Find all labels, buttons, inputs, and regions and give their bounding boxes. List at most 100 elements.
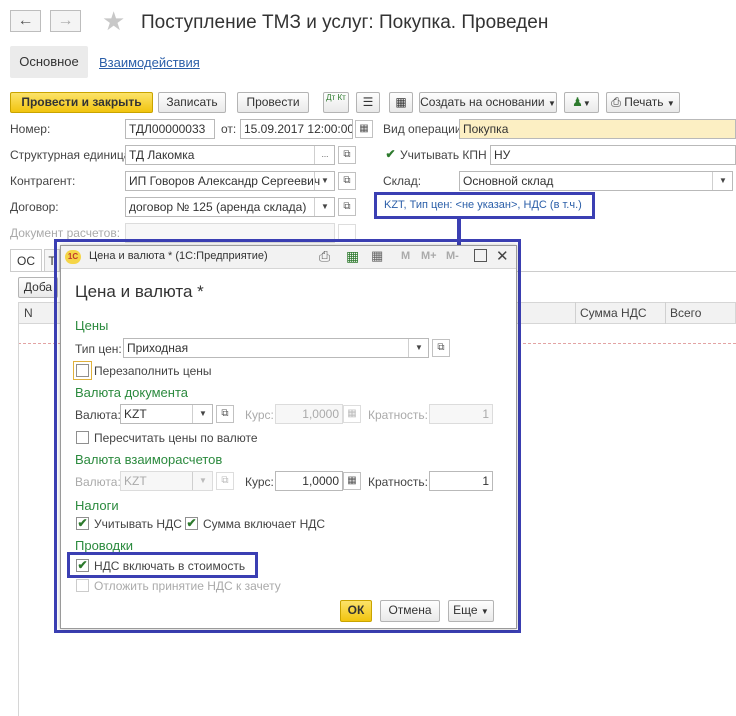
dt-kt-button[interactable]: Дт Кт [323,92,349,113]
consider-vat-label: Учитывать НДС [94,517,182,531]
settle-currency-label: Валюта: [75,475,121,489]
print-icon[interactable]: ⎙ [319,248,330,265]
users-button[interactable]: ♟▼ [564,92,599,113]
open-icon: ⧉ [343,201,351,212]
create-based-button[interactable]: Создать на основании ▼ [419,92,557,113]
open-icon: ⧉ [343,149,351,160]
open-contract-button[interactable]: ⧉ [338,198,356,216]
calendar-button[interactable]: ▦ [355,120,373,138]
vat-in-cost-label: НДС включать в стоимость [94,559,246,573]
memory-plus-icon[interactable]: M+ [421,250,437,262]
col-divider [575,302,576,324]
tab-os[interactable]: ОС [10,249,42,272]
tab-main[interactable]: Основное [10,46,88,78]
vat-in-cost-checkbox[interactable]: ✔ [76,559,89,572]
memory-minus-icon[interactable]: M- [446,250,459,262]
kpn-label: Учитывать КПН [400,148,487,162]
dropdown-icon: ▼ [666,99,675,108]
close-icon[interactable]: ✕ [496,247,509,265]
forward-button[interactable]: → [50,10,81,32]
memory-m-icon[interactable]: M [401,250,410,262]
cancel-button[interactable]: Отмена [380,600,440,622]
spreadsheet-icon[interactable]: ▦ [346,248,359,265]
dialog-title: Цена и валюта * [75,282,204,301]
back-button[interactable]: ← [10,10,41,32]
chevron-down-icon[interactable]: ▼ [314,172,334,190]
favorite-star-icon[interactable]: ★ [102,7,125,35]
structure-icon: ▦ [395,95,407,109]
warehouse-label: Склад: [383,174,422,188]
contract-field[interactable]: договор № 125 (аренда склада) ▼ [125,197,335,217]
print-button[interactable]: ⎙ Печать ▼ [606,92,680,113]
calculator-button[interactable]: ▦ [343,472,361,490]
structure-button[interactable]: ▦ [389,92,413,113]
operation-field[interactable]: Покупка [459,119,736,139]
date-label: от: [221,122,237,136]
multiplicity-label: Кратность: [368,408,428,422]
kpn-field[interactable]: НУ [490,145,736,165]
select-button[interactable]: ... [314,146,334,164]
date-field[interactable]: 15.09.2017 12:00:00 [240,119,353,139]
post-button[interactable]: Провести [237,92,309,113]
chevron-down-icon[interactable]: ▼ [192,405,212,423]
defer-vat-label: Отложить принятие НДС к зачету [94,579,281,593]
recalc-prices-checkbox[interactable] [76,431,89,444]
calendar-icon[interactable]: ▦ [371,248,383,264]
currency-value: KZT [124,407,147,421]
open-currency-button[interactable]: ⧉ [216,405,234,423]
col-divider [665,302,666,324]
price-type-field[interactable]: Приходная ▼ [123,338,429,358]
settle-rate-field[interactable]: 1,0000 [275,471,343,491]
more-label: Еще [453,603,478,617]
table-border [18,324,19,716]
col-total: Всего [670,306,702,320]
price-currency-link[interactable]: KZT, Тип цен: <не указан>, НДС (в т.ч.) [384,199,582,211]
refill-prices-checkbox[interactable] [76,364,89,377]
col-n: N [24,306,33,320]
section-postings: Проводки [75,538,134,553]
open-icon: ⧉ [216,472,234,490]
unit-value: ТД Лакомка [129,148,195,162]
tab-interactions[interactable]: Взаимодействия [99,55,200,70]
list-button[interactable]: ☰ [356,92,380,113]
section-settle-currency: Валюта взаиморасчетов [75,452,223,467]
vat-in-cost-highlight: ✔ НДС включать в стоимость [67,552,258,578]
defer-vat-checkbox [76,579,89,592]
contract-value: договор № 125 (аренда склада) [129,200,307,214]
number-label: Номер: [10,122,51,136]
save-button[interactable]: Записать [158,92,226,113]
ok-button[interactable]: ОК [340,600,372,622]
post-and-close-button[interactable]: Провести и закрыть [10,92,153,113]
warehouse-field[interactable]: Основной склад ▼ [459,171,733,191]
open-unit-button[interactable]: ⧉ [338,146,356,164]
sum-includes-vat-checkbox[interactable]: ✔ [185,517,198,530]
more-button[interactable]: Еще ▼ [448,600,494,622]
counterparty-field[interactable]: ИП Говоров Александр Сергеевич ▼ [125,171,335,191]
open-counterparty-button[interactable]: ⧉ [338,172,356,190]
1c-logo-icon: 1С [65,250,81,264]
chevron-down-icon[interactable]: ▼ [408,339,428,357]
dt-kt-icon: Дт Кт [326,93,346,102]
kpn-value: НУ [494,148,511,162]
add-row-button[interactable]: Доба [18,277,58,298]
kpn-checkbox[interactable]: ✔ [384,148,397,162]
chevron-down-icon[interactable]: ▼ [712,172,732,190]
counterparty-value: ИП Говоров Александр Сергеевич [129,174,321,188]
price-type-label: Тип цен: [75,342,122,356]
settle-mult-field[interactable]: 1 [429,471,493,491]
maximize-icon[interactable] [474,249,487,262]
number-field[interactable]: ТДЛ00000033 [125,119,215,139]
create-based-label: Создать на основании [420,95,545,109]
settle-mult-label: Кратность: [368,475,428,489]
chevron-down-icon[interactable]: ▼ [314,198,334,216]
open-price-type-button[interactable]: ⧉ [432,339,450,357]
section-doc-currency: Валюта документа [75,385,188,400]
sum-includes-vat-label: Сумма включает НДС [203,517,326,531]
operation-label: Вид операции: [383,122,465,136]
currency-field[interactable]: KZT ▼ [120,404,213,424]
print-label: Печать [624,95,664,109]
unit-field[interactable]: ТД Лакомка... [125,145,335,165]
consider-vat-checkbox[interactable]: ✔ [76,517,89,530]
dialog-titlebar: 1С Цена и валюта * (1С:Предприятие) ⎙ ▦ … [61,246,516,269]
calculator-icon: ▦ [347,475,357,486]
